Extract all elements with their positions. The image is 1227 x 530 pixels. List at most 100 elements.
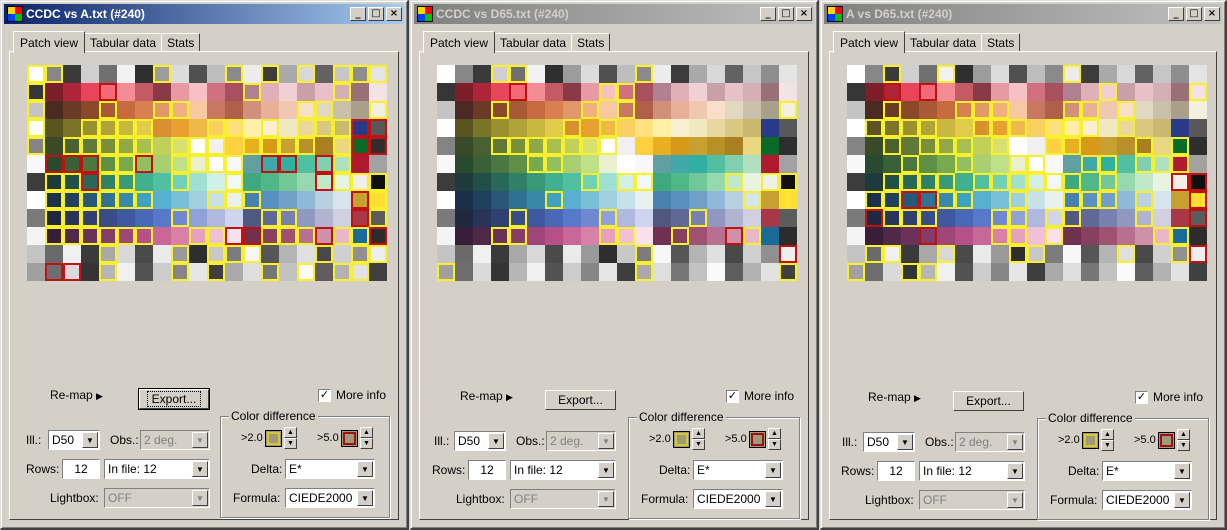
color-patch[interactable] [599, 137, 617, 155]
color-patch[interactable] [865, 119, 883, 137]
color-patch[interactable] [937, 263, 955, 281]
color-patch[interactable] [1171, 119, 1189, 137]
color-patch[interactable] [243, 119, 261, 137]
color-patch[interactable] [1189, 155, 1207, 173]
color-patch[interactable] [153, 209, 171, 227]
color-patch[interactable] [369, 65, 387, 83]
color-patch[interactable] [919, 209, 937, 227]
close-button[interactable]: × [1204, 7, 1220, 21]
color-patch[interactable] [599, 155, 617, 173]
color-patch[interactable] [99, 119, 117, 137]
color-patch[interactable] [617, 155, 635, 173]
color-patch[interactable] [1117, 83, 1135, 101]
color-patch[interactable] [761, 191, 779, 209]
color-patch[interactable] [153, 119, 171, 137]
color-patch[interactable] [707, 209, 725, 227]
remap-menu[interactable]: Re-map ▶ [460, 389, 513, 403]
color-patch[interactable] [27, 101, 45, 119]
color-patch[interactable] [671, 83, 689, 101]
color-patch[interactable] [297, 191, 315, 209]
color-patch[interactable] [847, 101, 865, 119]
color-patch[interactable] [207, 227, 225, 245]
color-patch[interactable] [545, 263, 563, 281]
gt5-spinner[interactable]: ▲ ▼ [360, 427, 373, 449]
delta-select[interactable]: E* ▼ [1102, 461, 1192, 481]
color-patch[interactable] [1189, 137, 1207, 155]
color-patch[interactable] [689, 227, 707, 245]
color-patch[interactable] [1099, 119, 1117, 137]
color-patch[interactable] [153, 245, 171, 263]
color-patch[interactable] [919, 137, 937, 155]
color-patch[interactable] [545, 173, 563, 191]
color-patch[interactable] [1171, 155, 1189, 173]
color-patch[interactable] [333, 83, 351, 101]
color-patch[interactable] [369, 83, 387, 101]
color-patch[interactable] [473, 137, 491, 155]
color-patch[interactable] [761, 173, 779, 191]
observer-select[interactable]: 2 deg. ▼ [546, 431, 616, 451]
color-patch[interactable] [865, 191, 883, 209]
color-patch[interactable] [27, 65, 45, 83]
color-patch[interactable] [1009, 245, 1027, 263]
chevron-down-icon[interactable]: ▼ [1174, 492, 1190, 508]
color-patch[interactable] [761, 209, 779, 227]
color-patch[interactable] [1135, 137, 1153, 155]
color-patch[interactable] [1117, 137, 1135, 155]
color-patch[interactable] [635, 191, 653, 209]
color-patch[interactable] [1063, 83, 1081, 101]
color-patch[interactable] [243, 155, 261, 173]
color-patch[interactable] [865, 155, 883, 173]
color-patch[interactable] [99, 83, 117, 101]
color-patch[interactable] [1117, 155, 1135, 173]
color-patch[interactable] [243, 83, 261, 101]
color-patch[interactable] [1117, 65, 1135, 83]
color-patch[interactable] [455, 191, 473, 209]
color-patch[interactable] [225, 227, 243, 245]
color-patch[interactable] [27, 119, 45, 137]
color-patch[interactable] [599, 227, 617, 245]
color-patch[interactable] [117, 191, 135, 209]
color-patch[interactable] [333, 209, 351, 227]
color-patch[interactable] [45, 137, 63, 155]
color-patch[interactable] [261, 227, 279, 245]
color-patch[interactable] [707, 65, 725, 83]
color-patch[interactable] [135, 245, 153, 263]
more-info-checkbox[interactable]: ✓ [318, 389, 331, 402]
color-patch[interactable] [635, 263, 653, 281]
observer-select[interactable]: 2 deg. ▼ [955, 432, 1025, 452]
color-patch[interactable] [883, 227, 901, 245]
color-patch[interactable] [491, 119, 509, 137]
color-patch[interactable] [189, 227, 207, 245]
color-patch[interactable] [955, 101, 973, 119]
color-patch[interactable] [225, 191, 243, 209]
color-patch[interactable] [973, 173, 991, 191]
color-patch[interactable] [725, 263, 743, 281]
color-patch[interactable] [901, 245, 919, 263]
color-patch[interactable] [617, 263, 635, 281]
color-patch[interactable] [243, 137, 261, 155]
color-patch[interactable] [991, 155, 1009, 173]
color-patch[interactable] [99, 137, 117, 155]
color-patch[interactable] [27, 263, 45, 281]
color-patch[interactable] [1135, 209, 1153, 227]
minimize-button[interactable]: _ [1168, 7, 1184, 21]
color-patch[interactable] [617, 191, 635, 209]
color-patch[interactable] [63, 83, 81, 101]
color-patch[interactable] [63, 191, 81, 209]
color-patch[interactable] [1153, 65, 1171, 83]
gt5-color-swatch[interactable] [341, 430, 358, 447]
color-patch[interactable] [973, 263, 991, 281]
color-patch[interactable] [635, 83, 653, 101]
tab-stats[interactable]: Stats [571, 33, 611, 52]
color-patch[interactable] [581, 191, 599, 209]
color-patch[interactable] [135, 227, 153, 245]
color-patch[interactable] [865, 263, 883, 281]
gt2-spinner[interactable]: ▲ ▼ [692, 428, 705, 450]
spin-up-icon[interactable]: ▲ [692, 428, 705, 439]
color-patch[interactable] [991, 65, 1009, 83]
color-patch[interactable] [81, 137, 99, 155]
color-patch[interactable] [1027, 191, 1045, 209]
color-patch[interactable] [1189, 263, 1207, 281]
color-patch[interactable] [315, 65, 333, 83]
color-patch[interactable] [689, 119, 707, 137]
